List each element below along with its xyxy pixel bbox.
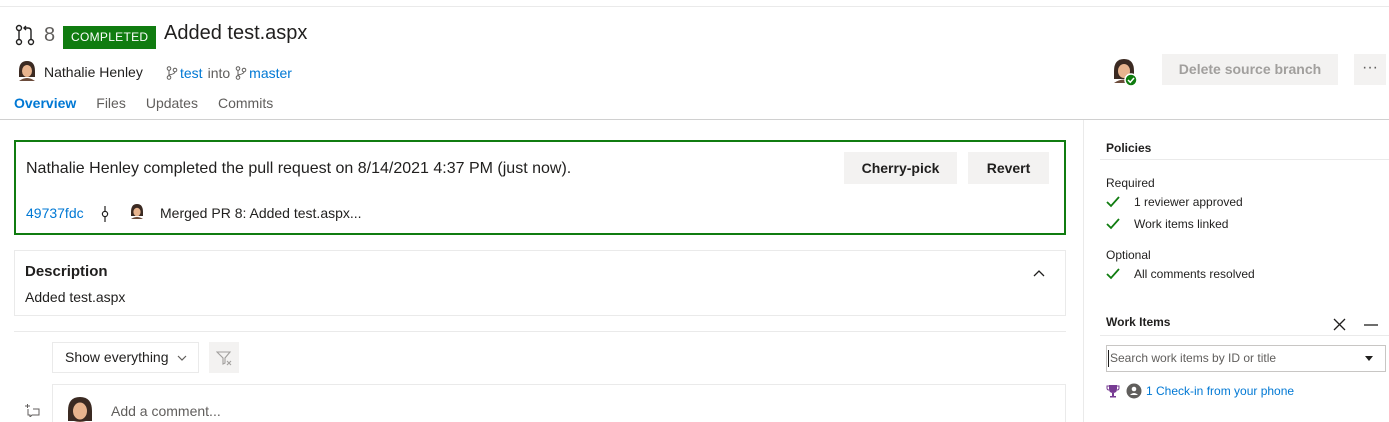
- work-item-type-icon: [1126, 383, 1142, 399]
- pr-tabs: Overview Files Updates Commits: [14, 95, 293, 117]
- branch-icon: [166, 66, 178, 80]
- more-actions-button[interactable]: ···: [1354, 54, 1386, 85]
- commit-author-avatar: [131, 204, 143, 219]
- comment-icon: [25, 404, 40, 417]
- work-item-row[interactable]: 1 Check-in from your phone: [1106, 383, 1294, 399]
- branch-info: test into master: [166, 65, 292, 81]
- revert-button[interactable]: Revert: [968, 152, 1049, 184]
- work-item-link[interactable]: 1 Check-in from your phone: [1146, 384, 1294, 398]
- commit-hash-link[interactable]: 49737fdc: [26, 205, 84, 221]
- policy-item[interactable]: 1 reviewer approved: [1106, 195, 1243, 209]
- comment-composer[interactable]: Add a comment...: [52, 384, 1066, 422]
- description-title: Description: [25, 263, 108, 280]
- minimize-icon[interactable]: [1364, 318, 1378, 331]
- target-branch-link[interactable]: master: [249, 65, 292, 81]
- author-avatar[interactable]: [16, 59, 38, 81]
- filter-icon: [216, 351, 232, 366]
- policies-required-label: Required: [1106, 176, 1155, 190]
- completed-message: Nathalie Henley completed the pull reque…: [26, 160, 572, 177]
- description-text: Added test.aspx: [25, 289, 126, 305]
- author-name: Nathalie Henley: [44, 64, 143, 80]
- work-items-divider: [1100, 335, 1389, 336]
- branch-icon: [235, 66, 247, 80]
- policies-optional-label: Optional: [1106, 248, 1151, 262]
- cherry-pick-button[interactable]: Cherry-pick: [844, 152, 957, 184]
- current-user-avatar: [68, 397, 92, 422]
- close-icon[interactable]: [1333, 318, 1346, 331]
- check-icon: [1106, 196, 1120, 208]
- check-icon: [1106, 218, 1120, 230]
- text-cursor: [1108, 350, 1109, 367]
- sidebar-divider: [1083, 120, 1084, 422]
- dropdown-arrow-icon[interactable]: [1365, 356, 1373, 361]
- policies-title: Policies: [1106, 141, 1152, 155]
- activity-filter-label: Show everything: [65, 349, 169, 365]
- completed-banner: Nathalie Henley completed the pull reque…: [14, 140, 1066, 235]
- source-branch-link[interactable]: test: [180, 65, 203, 81]
- check-icon: [1106, 268, 1120, 280]
- tab-overview[interactable]: Overview: [14, 95, 76, 117]
- policy-item-label: 1 reviewer approved: [1134, 195, 1243, 209]
- work-item-search-placeholder: Search work items by ID or title: [1110, 351, 1277, 365]
- activity-divider: [14, 331, 1066, 332]
- filter-button[interactable]: [209, 342, 239, 373]
- work-items-title: Work Items: [1106, 315, 1171, 329]
- policy-item[interactable]: All comments resolved: [1106, 267, 1255, 281]
- reviewer-avatar[interactable]: [1112, 57, 1138, 87]
- description-card: Description Added test.aspx: [14, 250, 1066, 316]
- trophy-icon: [1106, 385, 1120, 398]
- tab-updates[interactable]: Updates: [146, 95, 198, 117]
- into-label: into: [207, 65, 231, 81]
- approved-check-icon: [1124, 73, 1138, 87]
- chevron-down-icon: [177, 355, 187, 361]
- status-badge: COMPLETED: [63, 26, 157, 49]
- policies-divider: [1100, 159, 1389, 160]
- work-item-search-input[interactable]: Search work items by ID or title: [1106, 345, 1386, 372]
- comment-input[interactable]: Add a comment...: [111, 403, 221, 419]
- policy-item-label: All comments resolved: [1134, 267, 1255, 281]
- pull-request-icon: [15, 24, 35, 46]
- policy-item-label: Work items linked: [1134, 217, 1229, 231]
- activity-filter-dropdown[interactable]: Show everything: [52, 342, 199, 373]
- commit-icon: [101, 206, 109, 222]
- policy-item[interactable]: Work items linked: [1106, 217, 1228, 231]
- page-title: Added test.aspx: [164, 22, 308, 44]
- delete-source-branch-button[interactable]: Delete source branch: [1162, 54, 1338, 85]
- chevron-up-icon[interactable]: [1031, 265, 1047, 281]
- tab-commits[interactable]: Commits: [218, 95, 273, 117]
- commit-message: Merged PR 8: Added test.aspx...: [160, 205, 362, 221]
- top-divider: [0, 6, 1389, 7]
- tab-files[interactable]: Files: [96, 95, 126, 117]
- pr-id: 8: [44, 24, 56, 46]
- header-divider: [0, 119, 1389, 120]
